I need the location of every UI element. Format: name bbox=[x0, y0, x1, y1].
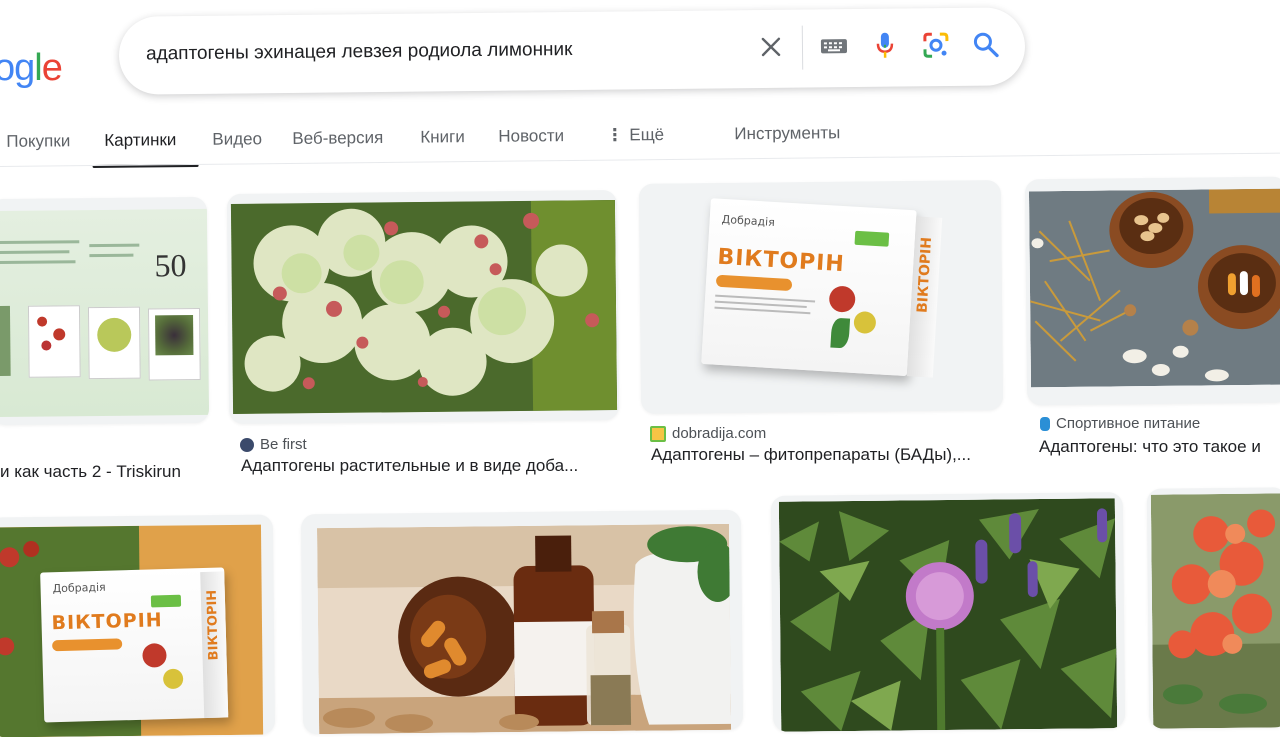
tab-web[interactable]: Веб-версия bbox=[292, 128, 383, 149]
result-2-source[interactable]: Be first bbox=[240, 436, 307, 453]
result-3-source[interactable]: dobradija.com bbox=[650, 425, 766, 442]
product-brand: Добрадія bbox=[721, 212, 776, 229]
logo-letter-g: g bbox=[14, 47, 35, 89]
keyboard-icon[interactable] bbox=[819, 31, 849, 61]
product-title-2: ВІКТОРІН bbox=[51, 609, 163, 635]
image-result-3[interactable]: Добрадія ВІКТОРІН ВІКТОРІН bbox=[638, 180, 1004, 414]
google-logo[interactable]: ogle bbox=[0, 46, 63, 90]
tab-more-label: Ещё bbox=[629, 125, 665, 145]
product-band-2 bbox=[52, 638, 123, 652]
result-4-source[interactable]: Спортивное питание bbox=[1040, 415, 1200, 432]
tab-news[interactable]: Новости bbox=[498, 126, 564, 147]
camera-lens-icon[interactable] bbox=[921, 30, 951, 60]
product-box-side-2: ВІКТОРІН bbox=[200, 571, 229, 719]
image-result-4[interactable] bbox=[1024, 176, 1280, 406]
image-result-1[interactable]: 50 bbox=[0, 196, 210, 426]
image-result-8[interactable] bbox=[1146, 487, 1280, 729]
result-1-title[interactable]: и как часть 2 - Triskirun bbox=[0, 462, 210, 482]
result-6-thumbnail bbox=[317, 523, 732, 735]
result-3-thumbnail: Добрадія ВІКТОРІН ВІКТОРІН bbox=[638, 180, 1004, 414]
dobradija-favicon bbox=[650, 425, 666, 442]
result-2-title[interactable]: Адаптогены растительные и в виде доба... bbox=[241, 456, 615, 476]
result-4-thumbnail bbox=[1028, 188, 1280, 388]
product-box: Добрадія ВІКТОРІН ВІКТОРІН bbox=[701, 198, 943, 378]
search-box[interactable]: адаптогены эхинацея левзея родиола лимон… bbox=[118, 7, 1026, 95]
product-box-2: Добрадія ВІКТОРІН ВІКТОРІН bbox=[40, 567, 229, 723]
result-2-thumbnail bbox=[230, 199, 618, 414]
tab-images[interactable]: Картинки bbox=[104, 130, 176, 151]
tab-more[interactable]: ⋮ Ещё bbox=[606, 125, 664, 146]
search-divider bbox=[801, 25, 804, 70]
logo-letter-o: o bbox=[0, 47, 15, 89]
green-tag-2 bbox=[150, 594, 182, 608]
result-2-source-name: Be first bbox=[260, 436, 307, 453]
tab-books[interactable]: Книги bbox=[420, 127, 465, 147]
image-result-2[interactable] bbox=[226, 189, 620, 425]
tab-shopping[interactable]: Покупки bbox=[6, 131, 70, 152]
image-result-5[interactable]: Добрадія ВІКТОРІН ВІКТОРІН bbox=[0, 514, 276, 737]
image-result-7[interactable] bbox=[770, 492, 1126, 732]
result-3-title[interactable]: Адаптогены – фитопрепараты (БАДы),... bbox=[651, 445, 1001, 465]
poster-number: 50 bbox=[154, 247, 187, 284]
more-vert-icon: ⋮ bbox=[606, 125, 624, 145]
result-3-source-name: dobradija.com bbox=[672, 425, 767, 442]
green-tag bbox=[854, 230, 890, 247]
be-first-favicon bbox=[240, 437, 254, 452]
product-brand-2: Добрадія bbox=[52, 580, 106, 596]
product-band bbox=[715, 274, 793, 292]
logo-letter-e: e bbox=[41, 47, 63, 89]
close-icon[interactable] bbox=[756, 32, 786, 62]
tab-video[interactable]: Видео bbox=[212, 129, 262, 150]
search-input[interactable]: адаптогены эхинацея левзея родиола лимон… bbox=[146, 39, 573, 65]
search-icon[interactable] bbox=[971, 30, 1001, 60]
result-4-source-name: Спортивное питание bbox=[1056, 415, 1201, 432]
sport-nutrition-favicon bbox=[1040, 416, 1050, 431]
microphone-icon[interactable] bbox=[870, 31, 900, 61]
result-5-thumbnail: Добрадія ВІКТОРІН ВІКТОРІН bbox=[0, 524, 264, 737]
result-1-thumbnail: 50 bbox=[0, 208, 210, 418]
product-title: ВІКТОРІН bbox=[716, 244, 846, 278]
logo-letter-l: l bbox=[34, 47, 43, 89]
result-4-title[interactable]: Адаптогены: что это такое и bbox=[1039, 437, 1280, 457]
result-8-thumbnail bbox=[1150, 493, 1280, 729]
image-result-6[interactable] bbox=[300, 509, 744, 735]
tools-button[interactable]: Инструменты bbox=[734, 123, 840, 144]
product-side-title: ВІКТОРІН bbox=[914, 236, 936, 314]
product-side-title-2: ВІКТОРІН bbox=[204, 589, 222, 661]
result-7-thumbnail bbox=[778, 498, 1118, 732]
product-box-side: ВІКТОРІН bbox=[906, 216, 943, 378]
